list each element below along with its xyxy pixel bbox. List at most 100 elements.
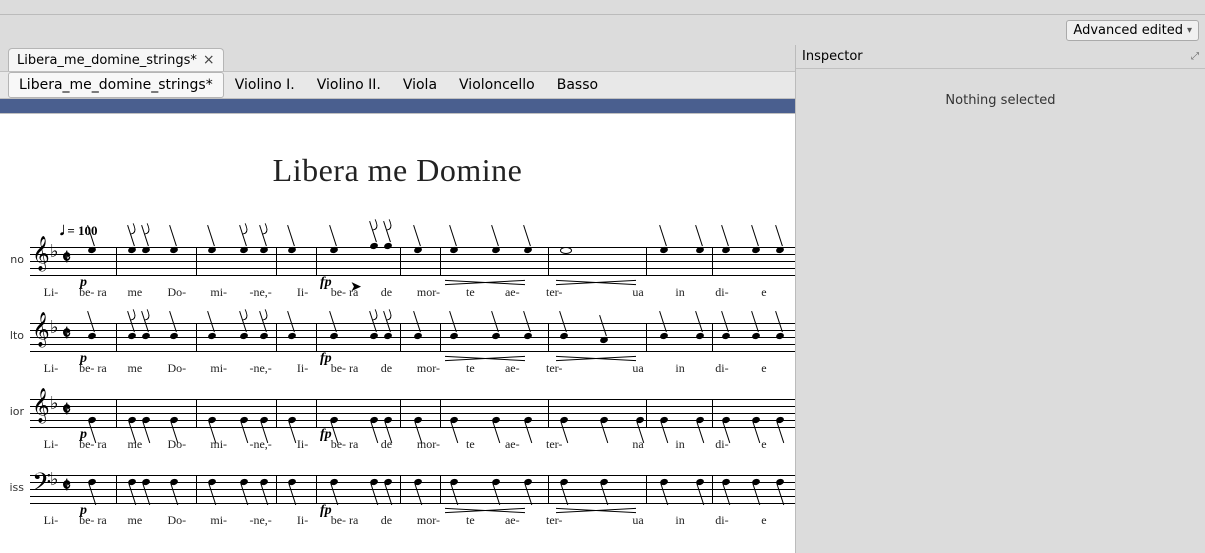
note[interactable] <box>775 332 784 340</box>
file-tab[interactable]: Libera_me_domine_strings* × <box>8 48 224 71</box>
note[interactable] <box>721 246 730 254</box>
note[interactable] <box>369 242 378 250</box>
note[interactable] <box>141 332 150 340</box>
score-canvas[interactable]: Libera me Domine 𝅘𝅥 = 100 no 𝄞 ♭ 𝄵 p fp … <box>0 113 795 553</box>
note[interactable] <box>259 246 268 254</box>
note[interactable] <box>127 332 136 340</box>
note[interactable] <box>369 478 378 486</box>
note[interactable] <box>383 242 392 250</box>
note[interactable] <box>329 332 338 340</box>
note[interactable] <box>169 246 178 254</box>
note[interactable] <box>329 246 338 254</box>
note[interactable] <box>695 246 704 254</box>
part-tab-violino2[interactable]: Violino II. <box>306 72 392 98</box>
part-tab-violoncello[interactable]: Violoncello <box>448 72 546 98</box>
note[interactable] <box>599 416 608 424</box>
part-tab-basso[interactable]: Basso <box>546 72 609 98</box>
note[interactable] <box>383 478 392 486</box>
note[interactable] <box>775 416 784 424</box>
note[interactable] <box>775 246 784 254</box>
note[interactable] <box>659 332 668 340</box>
barline <box>400 247 401 275</box>
note[interactable] <box>127 416 136 424</box>
note[interactable] <box>369 416 378 424</box>
note[interactable] <box>659 416 668 424</box>
note[interactable] <box>169 332 178 340</box>
note[interactable] <box>239 246 248 254</box>
note[interactable] <box>87 246 96 254</box>
note[interactable] <box>751 416 760 424</box>
note[interactable] <box>659 246 668 254</box>
note[interactable] <box>287 246 296 254</box>
note[interactable] <box>87 332 96 340</box>
note[interactable] <box>259 332 268 340</box>
note[interactable] <box>413 246 422 254</box>
advanced-edited-button[interactable]: Advanced edited ▾ <box>1066 20 1199 41</box>
note[interactable] <box>751 478 760 486</box>
note[interactable] <box>449 332 458 340</box>
part-tab-violino1[interactable]: Violino I. <box>224 72 306 98</box>
note[interactable] <box>721 332 730 340</box>
note[interactable] <box>449 416 458 424</box>
note[interactable] <box>413 416 422 424</box>
note[interactable] <box>491 478 500 486</box>
note[interactable] <box>287 332 296 340</box>
note[interactable] <box>141 478 150 486</box>
note[interactable] <box>695 416 704 424</box>
note[interactable] <box>87 416 96 424</box>
close-icon[interactable]: × <box>203 52 215 68</box>
note[interactable] <box>259 478 268 486</box>
part-tab-viola[interactable]: Viola <box>392 72 448 98</box>
expand-icon[interactable]: ⤢ <box>1191 51 1199 62</box>
note[interactable] <box>721 478 730 486</box>
note[interactable] <box>559 416 568 424</box>
note[interactable] <box>599 336 608 344</box>
note[interactable] <box>413 478 422 486</box>
note[interactable] <box>259 416 268 424</box>
note[interactable] <box>635 416 644 424</box>
note[interactable] <box>287 416 296 424</box>
note[interactable] <box>383 416 392 424</box>
note[interactable] <box>141 246 150 254</box>
note[interactable] <box>491 416 500 424</box>
note[interactable] <box>523 246 532 254</box>
note[interactable] <box>599 478 608 486</box>
whole-note[interactable] <box>560 247 572 254</box>
note[interactable] <box>383 332 392 340</box>
note[interactable] <box>207 478 216 486</box>
note[interactable] <box>449 246 458 254</box>
note[interactable] <box>287 478 296 486</box>
part-tab-main[interactable]: Libera_me_domine_strings* <box>8 72 224 98</box>
note[interactable] <box>659 478 668 486</box>
note[interactable] <box>751 332 760 340</box>
note[interactable] <box>695 478 704 486</box>
note[interactable] <box>413 332 422 340</box>
note[interactable] <box>695 332 704 340</box>
note[interactable] <box>207 332 216 340</box>
note[interactable] <box>127 478 136 486</box>
note[interactable] <box>329 478 338 486</box>
note[interactable] <box>523 416 532 424</box>
note[interactable] <box>207 246 216 254</box>
note[interactable] <box>127 246 136 254</box>
note[interactable] <box>449 478 458 486</box>
note[interactable] <box>369 332 378 340</box>
note[interactable] <box>87 478 96 486</box>
note[interactable] <box>491 332 500 340</box>
note[interactable] <box>169 478 178 486</box>
note[interactable] <box>751 246 760 254</box>
note[interactable] <box>559 478 568 486</box>
note[interactable] <box>329 416 338 424</box>
note[interactable] <box>559 332 568 340</box>
note[interactable] <box>491 246 500 254</box>
note[interactable] <box>239 478 248 486</box>
note[interactable] <box>239 332 248 340</box>
note[interactable] <box>207 416 216 424</box>
note[interactable] <box>523 332 532 340</box>
note[interactable] <box>775 478 784 486</box>
note[interactable] <box>523 478 532 486</box>
note[interactable] <box>169 416 178 424</box>
note[interactable] <box>239 416 248 424</box>
note[interactable] <box>141 416 150 424</box>
note[interactable] <box>721 416 730 424</box>
